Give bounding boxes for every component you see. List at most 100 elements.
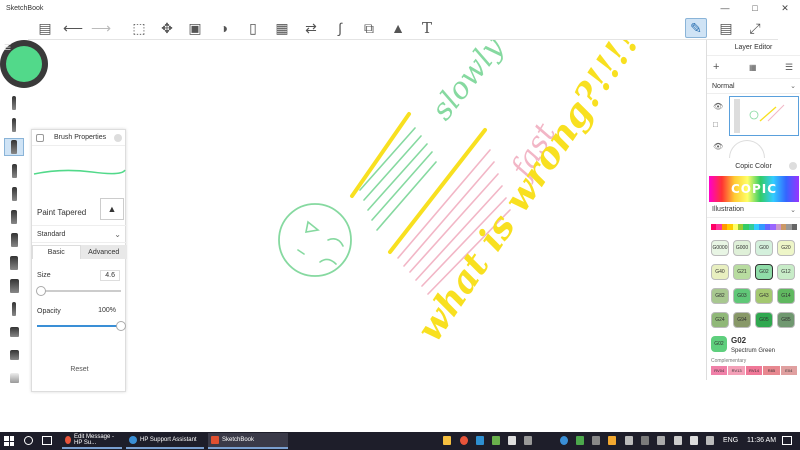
copic-swatch[interactable]: G12 <box>777 264 795 280</box>
copic-swatch[interactable]: G03 <box>733 288 751 304</box>
notification-icon[interactable] <box>782 436 792 445</box>
edge-icon[interactable] <box>476 436 484 445</box>
curve-icon[interactable]: ∫ <box>329 18 351 38</box>
battery-icon[interactable] <box>690 436 698 445</box>
tray-icon[interactable] <box>592 436 600 445</box>
clock[interactable]: 11:36 AM <box>747 437 776 444</box>
symmetry-icon[interactable]: ⇄ <box>300 18 322 38</box>
panel-close-icon[interactable] <box>789 162 797 170</box>
copic-swatch[interactable]: G85 <box>777 312 795 328</box>
transform-icon[interactable]: ✥ <box>156 18 178 38</box>
opacity-value[interactable]: 100% <box>94 306 120 315</box>
tab-advanced[interactable]: Advanced <box>80 245 127 259</box>
close-icon[interactable]: ✕ <box>770 0 800 16</box>
copic-swatch[interactable]: G0000 <box>711 240 729 256</box>
copic-swatch[interactable]: G82 <box>711 288 729 304</box>
copic-swatch[interactable]: G02 <box>755 264 773 280</box>
maximize-icon[interactable]: □ <box>740 0 770 16</box>
copic-swatch[interactable]: G14 <box>777 288 795 304</box>
copic-swatch[interactable]: G05 <box>755 312 773 328</box>
taskbar-item[interactable]: Edit Message - HP Su... <box>62 433 122 449</box>
copic-swatch[interactable]: G20 <box>777 240 795 256</box>
tray-icon[interactable] <box>608 436 616 445</box>
copic-swatch[interactable]: G21 <box>733 264 751 280</box>
network-icon[interactable] <box>657 436 665 445</box>
blend-mode-dropdown[interactable]: Normal ⌄ <box>707 78 800 94</box>
brush-airbrush-icon[interactable] <box>4 208 24 226</box>
layer-thumbnail[interactable] <box>729 96 799 136</box>
brush-texture-icon[interactable] <box>4 323 24 341</box>
file-explorer-icon[interactable] <box>443 436 451 445</box>
brush-thumbnail[interactable]: ▲ <box>100 198 124 220</box>
fullscreen-icon[interactable]: ⤢ <box>744 18 766 38</box>
size-slider-knob[interactable] <box>36 286 47 296</box>
complementary-swatch[interactable]: RV04 <box>711 366 728 375</box>
complementary-swatch[interactable]: R85 <box>763 366 780 375</box>
preset-dropdown[interactable]: Standard ⌄ <box>32 225 127 243</box>
crop-icon[interactable]: ▣ <box>184 18 206 38</box>
bluetooth-icon[interactable] <box>560 436 568 445</box>
security-icon[interactable] <box>576 436 584 445</box>
category-dropdown[interactable]: Illustration ⌄ <box>707 202 800 218</box>
drawing-canvas[interactable]: slowly fast what is wrong?!!!! <box>128 22 704 432</box>
redo-icon[interactable]: ⟶ <box>90 18 112 38</box>
eye-icon[interactable]: 👁 <box>713 142 723 151</box>
app-icon[interactable] <box>492 436 500 445</box>
undo-icon[interactable]: ⟵ <box>62 18 84 38</box>
brush-wide-icon[interactable] <box>4 277 24 295</box>
lock-icon[interactable]: □ <box>713 120 718 129</box>
brush-library-icon[interactable] <box>36 134 44 142</box>
text-icon[interactable]: T <box>416 18 438 38</box>
brush-ink-icon[interactable] <box>4 300 24 318</box>
app-icon[interactable] <box>524 436 532 445</box>
fill-icon[interactable]: ◑ <box>213 18 235 38</box>
layer-save-icon[interactable]: ▦ <box>749 63 757 72</box>
brush-flat-icon[interactable] <box>4 254 24 272</box>
shapes-icon[interactable]: ⧉ <box>358 18 380 38</box>
layer-menu-icon[interactable]: ☰ <box>785 62 793 73</box>
brush-marker-icon[interactable] <box>4 162 24 180</box>
opacity-slider[interactable] <box>37 321 126 331</box>
lagoon-icon[interactable]: ▤ <box>34 18 56 38</box>
perspective-icon[interactable]: ▦ <box>271 18 293 38</box>
copic-swatch[interactable]: G94 <box>733 312 751 328</box>
eye-icon[interactable]: 👁 <box>713 102 723 111</box>
cortana-icon[interactable] <box>24 436 33 445</box>
complementary-swatch[interactable]: E04 <box>780 366 798 375</box>
minimize-icon[interactable]: — <box>710 0 740 16</box>
brush-smear-icon[interactable] <box>4 346 24 364</box>
color-puck[interactable]: ☰ <box>0 40 48 88</box>
tab-basic[interactable]: Basic <box>32 245 81 259</box>
copic-swatch[interactable]: G000 <box>733 240 751 256</box>
color-family-strip[interactable] <box>711 224 797 230</box>
volume-icon[interactable] <box>674 436 682 445</box>
tray-icon[interactable] <box>641 436 649 445</box>
brush-eraser-icon[interactable] <box>4 369 24 387</box>
copic-swatch[interactable]: G24 <box>711 312 729 328</box>
tray-icon[interactable] <box>625 436 633 445</box>
current-color-swatch[interactable] <box>6 46 42 82</box>
complementary-swatch[interactable]: RV13 <box>728 366 745 375</box>
opacity-slider-knob[interactable] <box>116 321 126 331</box>
size-value[interactable]: 4.6 <box>100 270 120 281</box>
image-icon[interactable]: ▲ <box>387 18 409 38</box>
select-icon[interactable]: ⬚ <box>128 18 150 38</box>
brush-tool-icon[interactable]: ✎ <box>685 18 707 38</box>
window-icon[interactable]: ▤ <box>715 18 737 38</box>
taskbar-item[interactable]: HP Support Assistant <box>126 433 204 449</box>
app-icon[interactable] <box>508 436 516 445</box>
add-layer-icon[interactable]: + <box>713 61 719 73</box>
complementary-swatch[interactable]: RV14 <box>745 366 763 375</box>
task-view-icon[interactable] <box>42 436 52 445</box>
brush-chisel-icon[interactable] <box>4 231 24 249</box>
reset-button[interactable]: Reset <box>32 366 127 373</box>
brush-ballpoint-icon[interactable] <box>4 116 24 134</box>
windows-start-icon[interactable] <box>4 436 14 446</box>
size-slider[interactable] <box>36 286 121 296</box>
chrome-icon[interactable] <box>460 436 468 445</box>
copic-swatch[interactable]: G43 <box>755 288 773 304</box>
copic-swatch[interactable]: G40 <box>711 264 729 280</box>
brush-paint-tapered-icon[interactable] <box>4 138 24 156</box>
brush-pencil-icon[interactable] <box>4 94 24 112</box>
puck-menu-icon[interactable]: ☰ <box>4 43 11 52</box>
